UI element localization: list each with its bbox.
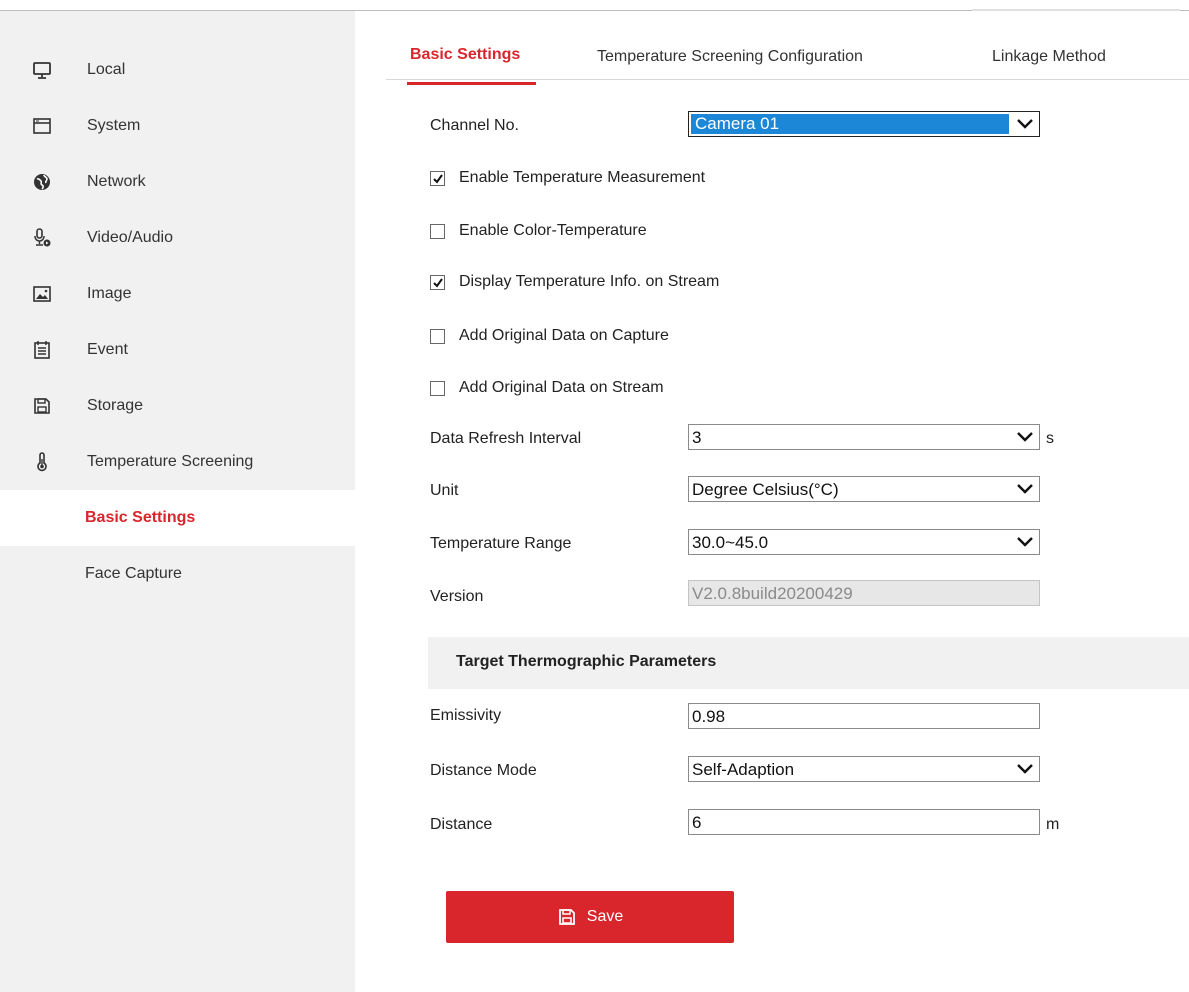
globe-icon — [32, 172, 52, 192]
distance-mode-select[interactable]: Self-Adaption — [688, 756, 1040, 782]
checkbox-enable-color-temperature[interactable]: Enable Color-Temperature — [430, 220, 647, 242]
refresh-interval-select[interactable]: 3 — [688, 424, 1040, 450]
checkbox-box[interactable] — [430, 223, 445, 239]
refresh-interval-value: 3 — [692, 428, 702, 447]
distance-field[interactable]: 6 — [688, 809, 1040, 835]
window-icon — [32, 116, 52, 136]
save-button[interactable]: Save — [446, 891, 734, 943]
chevron-down-icon — [1017, 119, 1033, 129]
monitor-icon — [32, 60, 52, 80]
tab-bar: Basic Settings Temperature Screening Con… — [386, 40, 1189, 85]
checkbox-label: Enable Color-Temperature — [459, 222, 647, 239]
sidebar-item-image[interactable]: Image — [0, 266, 355, 322]
temperature-range-label: Temperature Range — [430, 535, 572, 552]
temperature-range-select[interactable]: 30.0~45.0 — [688, 529, 1040, 555]
distance-mode-label: Distance Mode — [430, 762, 537, 779]
sidebar-item-label: Local — [87, 61, 126, 78]
checkbox-box[interactable] — [430, 328, 445, 344]
microphone-icon — [32, 228, 52, 248]
sidebar-item-network[interactable]: Network — [0, 154, 355, 210]
sidebar-item-label: Event — [87, 341, 128, 358]
checkbox-enable-temperature-measurement[interactable]: Enable Temperature Measurement — [430, 167, 705, 189]
distance-mode-value: Self-Adaption — [692, 760, 795, 779]
tab-linkage-method[interactable]: Linkage Method — [992, 48, 1106, 88]
section-title: Target Thermographic Parameters — [456, 653, 717, 670]
tab-temperature-screening-configuration[interactable]: Temperature Screening Configuration — [597, 48, 863, 88]
channel-select[interactable]: Camera 01 — [688, 111, 1040, 137]
chevron-down-icon — [1017, 432, 1033, 442]
tab-divider — [386, 79, 1189, 80]
checkbox-label: Add Original Data on Stream — [459, 379, 664, 396]
checkbox-display-temperature-info[interactable]: Display Temperature Info. on Stream — [430, 271, 719, 293]
checkbox-add-original-data-capture[interactable]: Add Original Data on Capture — [430, 325, 669, 347]
unit-select[interactable]: Degree Celsius(°C) — [688, 476, 1040, 502]
emissivity-label: Emissivity — [430, 707, 502, 724]
sidebar-item-event[interactable]: Event — [0, 322, 355, 378]
section-header-thermographic: Target Thermographic Parameters — [428, 637, 1189, 689]
channel-value: Camera 01 — [695, 114, 780, 133]
sidebar-item-video-audio[interactable]: Video/Audio — [0, 210, 355, 266]
save-label: Save — [586, 908, 624, 925]
refresh-interval-unit: s — [1046, 430, 1054, 447]
refresh-interval-label: Data Refresh Interval — [430, 430, 582, 447]
distance-label: Distance — [430, 816, 493, 833]
version-field: V2.0.8build20200429 — [688, 580, 1040, 606]
checkbox-label: Add Original Data on Capture — [459, 327, 669, 344]
tab-basic-settings[interactable]: Basic Settings — [406, 46, 537, 86]
chevron-down-icon — [1017, 537, 1033, 547]
checkbox-label: Enable Temperature Measurement — [459, 169, 706, 186]
channel-label: Channel No. — [430, 117, 519, 134]
sidebar-item-storage[interactable]: Storage — [0, 378, 355, 434]
sidebar-item-local[interactable]: Local — [0, 42, 355, 98]
sidebar-item-system[interactable]: System — [0, 98, 355, 154]
sidebar-item-temperature-screening[interactable]: Temperature Screening — [0, 434, 355, 490]
top-divider-accent — [972, 9, 1180, 11]
unit-value: Degree Celsius(°C) — [692, 480, 839, 499]
checkbox-add-original-data-stream[interactable]: Add Original Data on Stream — [430, 377, 664, 399]
sidebar-item-label: System — [87, 117, 141, 134]
checkbox-box[interactable] — [430, 380, 445, 396]
sidebar-subitem-face-capture[interactable]: Face Capture — [0, 546, 355, 602]
unit-label: Unit — [430, 482, 459, 499]
sidebar: Local System Network Video/Audio Image E… — [0, 11, 355, 992]
distance-value: 6 — [692, 813, 702, 832]
sidebar-item-label: Video/Audio — [87, 229, 173, 246]
checkbox-box[interactable] — [430, 170, 445, 186]
calendar-icon — [32, 340, 52, 360]
sidebar-item-label: Image — [87, 285, 132, 302]
checkbox-box[interactable] — [430, 274, 445, 290]
emissivity-value: 0.98 — [692, 707, 726, 726]
sidebar-item-label: Storage — [87, 397, 144, 414]
version-label: Version — [430, 588, 484, 605]
temperature-range-value: 30.0~45.0 — [692, 533, 769, 552]
thermometer-icon — [32, 452, 52, 472]
sidebar-subitem-basic-settings[interactable]: Basic Settings — [0, 490, 355, 546]
sidebar-item-label: Network — [87, 173, 146, 190]
distance-unit: m — [1046, 816, 1060, 833]
sidebar-item-label: Temperature Screening — [87, 453, 254, 470]
checkbox-label: Display Temperature Info. on Stream — [459, 273, 720, 290]
image-icon — [32, 284, 52, 304]
floppy-icon — [32, 396, 52, 416]
save-icon — [558, 909, 575, 925]
chevron-down-icon — [1017, 484, 1033, 494]
version-value: V2.0.8build20200429 — [692, 584, 853, 603]
sidebar-subitem-label: Face Capture — [85, 565, 182, 582]
chevron-down-icon — [1017, 764, 1033, 774]
emissivity-field[interactable]: 0.98 — [688, 703, 1040, 729]
sidebar-subitem-label: Basic Settings — [85, 509, 196, 526]
